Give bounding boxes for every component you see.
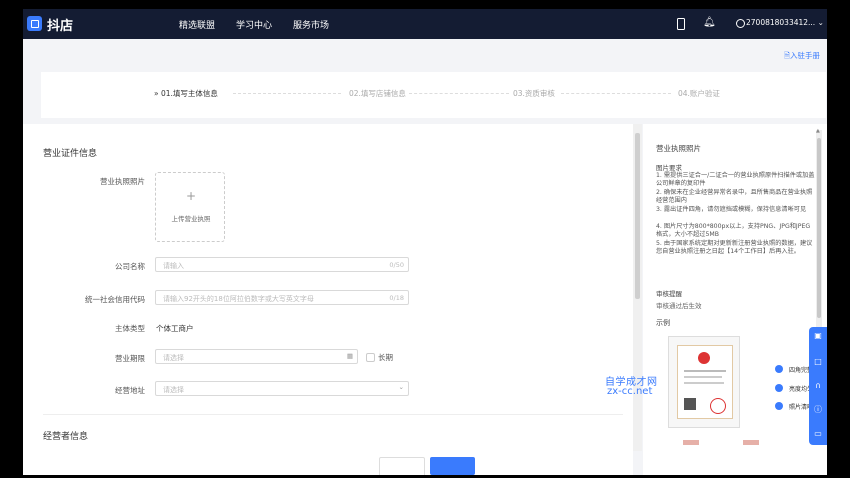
seal-icon: [710, 398, 726, 414]
step-connector: [409, 93, 509, 94]
text-line: [684, 382, 724, 384]
message-icon[interactable]: ▭: [813, 429, 823, 439]
check-icon: [775, 365, 783, 373]
help-side-panel: 营业执照照片 图片要求 1. 需提供三证合一/二证合一的营业执照原件扫描件或加盖…: [643, 124, 827, 475]
requirements-title: 图片要求: [656, 164, 682, 172]
example-thumbnail[interactable]: [683, 440, 699, 445]
text-line: [684, 370, 726, 372]
license-upload-area[interactable]: + 上传营业执照: [155, 172, 225, 242]
account-dropdown[interactable]: 2700818033412... ⌄: [746, 18, 824, 27]
floating-service-bar: ▣ □ ∩ ⓘ ▭: [809, 327, 827, 445]
account-id: 2700818033412...: [746, 18, 816, 27]
company-name-placeholder: 请输入: [163, 262, 184, 270]
next-button[interactable]: [430, 457, 475, 475]
book-icon[interactable]: □: [813, 357, 823, 367]
requirement-item: 5. 由于国家系统定期对更新新注册营业执照的数据，建议您自营业执照注册之日起【1…: [656, 240, 813, 256]
service-logo-icon[interactable]: ▣: [813, 331, 823, 341]
char-counter: 0/50: [389, 261, 404, 269]
license-example-image: [668, 336, 740, 428]
user-icon: [736, 19, 745, 28]
credit-code-placeholder: 请输入92开头的18位阿拉伯数字或大写英文字母: [163, 295, 314, 303]
credit-code-label: 统一社会信用代码: [85, 295, 145, 304]
requirement-item: 4. 图片尺寸为800*800px以上，支持PNG、JPG和JPEG格式，大小不…: [656, 223, 811, 239]
requirement-item: 2. 确保未在企业经营异常名录中，且所售商品在营业执照经营范围内: [656, 189, 813, 205]
entity-type-label: 主体类型: [115, 324, 145, 333]
entity-type-value: 个体工商户: [156, 324, 194, 333]
chevron-down-icon: ⌄: [398, 383, 404, 391]
help-scrollbar-thumb[interactable]: [817, 138, 821, 318]
char-counter: 0/18: [389, 294, 404, 302]
scroll-up-arrow-icon[interactable]: ▲: [816, 128, 820, 134]
nav-service-market[interactable]: 服务市场: [293, 18, 329, 31]
doudian-logo-icon[interactable]: [27, 16, 42, 31]
license-photo-label: 营业执照照片: [100, 177, 145, 186]
business-address-select[interactable]: 请选择 ⌄: [155, 381, 409, 396]
review-title: 审核提醒: [656, 290, 682, 298]
app-window: 抖店 精选联盟 学习中心 服务市场 🔔︎ 2700818033412... ⌄ …: [23, 9, 827, 475]
help-title: 营业执照照片: [656, 144, 701, 153]
upload-text: 上传营业执照: [171, 215, 211, 223]
long-term-checkbox[interactable]: [366, 353, 375, 362]
check-icon: [775, 402, 783, 410]
plus-icon: +: [186, 189, 197, 203]
step-2: 02.填写店铺信息: [349, 89, 406, 98]
long-term-label: 长期: [378, 353, 393, 362]
section-divider: [43, 414, 623, 415]
step-4: 04.账户验证: [678, 89, 720, 98]
review-text: 审核通过后生效: [656, 302, 702, 310]
bell-icon[interactable]: 🔔︎: [703, 17, 716, 29]
requirement-item: 3. 露出证件四角，请勿遮挡或模糊，保持信息清晰可见: [656, 206, 807, 213]
watermark-url: zx-cc.net: [607, 386, 653, 397]
business-period-placeholder: 请选择: [163, 354, 184, 362]
company-name-label: 公司名称: [115, 262, 145, 271]
top-navigation-bar: 抖店 精选联盟 学习中心 服务市场 🔔︎ 2700818033412... ⌄: [23, 9, 827, 39]
qr-code-icon: [684, 398, 696, 410]
nav-learning-center[interactable]: 学习中心: [236, 18, 272, 31]
previous-button[interactable]: [379, 457, 425, 475]
progress-steps: » 01.填写主体信息 02.填写店铺信息 03.资质审核 04.账户验证: [41, 72, 826, 118]
info-icon[interactable]: ⓘ: [813, 405, 823, 415]
step-connector: [233, 93, 341, 94]
double-chevron-icon: »: [154, 89, 161, 98]
step-1: » 01.填写主体信息: [154, 88, 218, 99]
nav-selected-alliance[interactable]: 精选联盟: [179, 18, 215, 31]
form-scrollbar-thumb[interactable]: [635, 133, 640, 299]
headset-icon[interactable]: ∩: [813, 381, 823, 391]
company-name-input[interactable]: 请输入 0/50: [155, 257, 409, 272]
check-icon: [775, 384, 783, 392]
text-line: [684, 376, 722, 378]
step-1-label: 01.填写主体信息: [160, 89, 218, 98]
step-connector: [561, 93, 671, 94]
business-period-label: 营业期限: [115, 354, 145, 363]
certificate-illustration: [677, 345, 733, 419]
section-title-license: 营业证件信息: [43, 149, 98, 159]
example-title: 示例: [656, 319, 670, 327]
emblem-icon: [698, 352, 710, 364]
step-3: 03.资质审核: [513, 89, 555, 98]
phone-icon[interactable]: [677, 18, 685, 30]
guide-link-label: 入驻手册: [790, 51, 821, 60]
section-title-operator: 经营者信息: [43, 432, 89, 442]
brand-name[interactable]: 抖店: [47, 15, 73, 34]
business-address-label: 经营地址: [115, 386, 145, 395]
example-thumbnail[interactable]: [743, 440, 759, 445]
business-period-picker[interactable]: 请选择 ▦: [155, 349, 358, 364]
credit-code-input[interactable]: 请输入92开头的18位阿拉伯数字或大写英文字母 0/18: [155, 290, 409, 305]
business-address-placeholder: 请选择: [163, 386, 184, 394]
chevron-down-icon: ⌄: [817, 18, 824, 27]
guide-link[interactable]: 🗎︎入驻手册: [784, 50, 820, 63]
entity-info-form: 营业证件信息 营业执照照片 + 上传营业执照 公司名称 请输入 0/50 统一社…: [23, 124, 633, 475]
calendar-icon: ▦: [346, 352, 353, 360]
requirement-item: 1. 需提供三证合一/二证合一的营业执照原件扫描件或加盖公司鲜章的复印件: [656, 172, 815, 188]
